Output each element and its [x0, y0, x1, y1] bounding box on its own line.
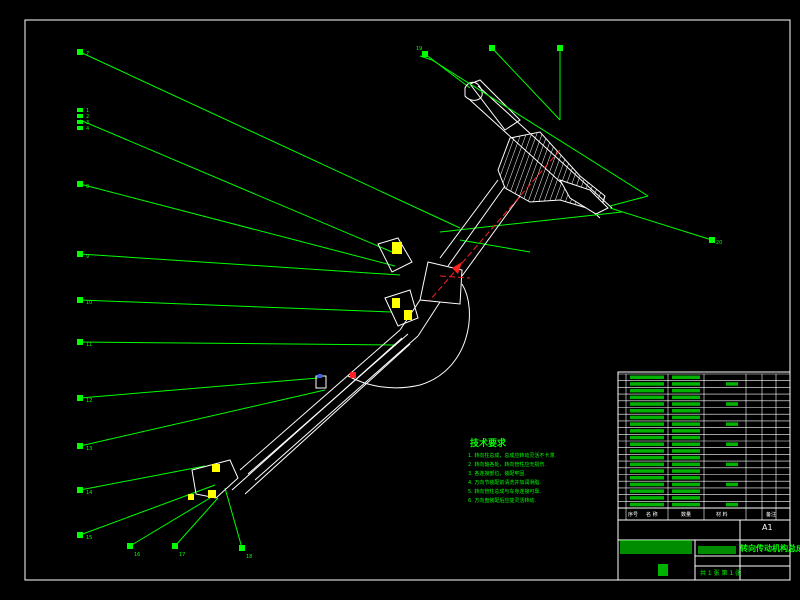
bom-code-cell [630, 422, 664, 426]
balloon-label: 19 [416, 46, 422, 52]
tech-note-line: 5. 转向管柱总成与车身连接可靠. [468, 488, 541, 495]
balloon-label: 18 [246, 554, 252, 560]
bom-name-cell [672, 395, 700, 400]
bom-material-cell [726, 442, 738, 446]
tech-note-line: 6. 方向盘装配后应能灵活转动. [468, 497, 536, 504]
upper-joint [377, 237, 419, 327]
bom-name-cell [672, 382, 700, 386]
bom-name-cell [672, 455, 700, 460]
bom-code-cell [630, 482, 664, 487]
bom-material-cell [726, 462, 738, 467]
bom-name-cell [672, 462, 700, 467]
bom-code-cell [630, 455, 664, 460]
bom-material-cell [726, 382, 738, 386]
bom-code-cell [630, 429, 664, 433]
balloon-label: 7 [86, 51, 89, 57]
drawing-border [24, 19, 791, 581]
balloon-label: 20 [716, 240, 722, 246]
bom-code-cell [630, 395, 664, 400]
balloon-label: 17 [179, 552, 185, 558]
header-col: 备注 [766, 511, 776, 518]
bom-material-cell [726, 402, 738, 406]
tech-note-line: 4. 万向节装配前清洗并加润滑脂. [468, 479, 541, 486]
bom-name-cell [672, 402, 700, 406]
balloon-label: 4 [86, 126, 89, 132]
bom-code-cell [630, 409, 664, 413]
header-col: 序号 [628, 511, 638, 518]
bom-code-cell [630, 442, 664, 446]
technical-notes: 技术要求 1. 转向柱总成，总成应转动灵活不卡滞. 2. 转向轴各处，转向管柱应… [468, 437, 556, 504]
bom-code-cell [630, 402, 664, 406]
cad-drawing: 7 8 9 10 11 12 13 14 15 16 17 18 19 20 1… [24, 19, 800, 581]
balloon-label: 16 [134, 552, 140, 558]
bom-material-cell [726, 422, 738, 426]
tech-note-line: 1. 转向柱总成，总成应转动灵活不卡滞. [468, 452, 556, 459]
bom-code-cell [630, 382, 664, 386]
bom-name-cell [672, 482, 700, 487]
bom-name-cell [672, 388, 700, 393]
bom-name-cell [672, 435, 700, 440]
bom-code-cell [630, 502, 664, 507]
bom-name-cell [672, 375, 700, 379]
bom-name-cell [672, 449, 700, 453]
balloon-labels: 7 8 9 10 11 12 13 14 15 16 17 18 19 20 1… [86, 46, 722, 560]
bom-code-cell [630, 462, 664, 467]
bom-name-cell [672, 502, 700, 507]
header-col: 名 称 [646, 511, 658, 518]
tech-note-line: 2. 转向轴各处，转向管柱应无损伤. [468, 461, 546, 468]
header-col: 数量 [681, 511, 691, 518]
header-col: 材 料 [716, 511, 728, 518]
sheet-info: 共 1 张 第 1 张 [700, 569, 741, 577]
bom-name-cell [672, 469, 700, 473]
balloon-label: 12 [86, 398, 92, 404]
balloon-label: 9 [86, 254, 89, 260]
adjust-arc [347, 283, 470, 389]
bom-code-cell [630, 435, 664, 440]
bom-code-cell [630, 489, 664, 493]
scale-label: A1 [762, 523, 773, 532]
bom-code-cell [630, 375, 664, 379]
bom-code-cell [630, 476, 664, 480]
balloon-label: 11 [86, 342, 92, 348]
bom-name-cell [672, 409, 700, 413]
balloon-label: 8 [86, 184, 89, 190]
lower-universal-joint [188, 459, 239, 500]
drawing-title: 转向传动机构总成 [740, 543, 800, 553]
bom-name-cell [672, 476, 700, 480]
bom-material-cell [726, 502, 738, 507]
bom-name-cell [672, 415, 700, 420]
bom-name-cell [672, 442, 700, 446]
tech-notes-title: 技术要求 [470, 437, 507, 449]
balloon-label: 14 [86, 490, 92, 496]
tech-note-line: 3. 各连接部位，装配牢固. [468, 470, 526, 477]
section-line [429, 149, 561, 301]
bom-code-cell [630, 449, 664, 453]
balloon-label: 13 [86, 446, 92, 452]
bom-name-cell [672, 489, 700, 493]
bom-code-cell [630, 496, 664, 500]
balloon-label: 15 [86, 535, 92, 541]
bom-name-cell [672, 429, 700, 433]
bom-name-cell [672, 422, 700, 426]
bom-name-cell [672, 496, 700, 500]
bom-material-cell [726, 482, 738, 487]
bom-code-cell [630, 388, 664, 393]
title-block: A1 转向传动机构总成 共 1 张 第 1 张 序号 名 称 数量 材 料 备注 [617, 371, 800, 581]
balloon-label: 10 [86, 300, 92, 306]
bom-code-cell [630, 469, 664, 473]
bom-code-cell [630, 415, 664, 420]
